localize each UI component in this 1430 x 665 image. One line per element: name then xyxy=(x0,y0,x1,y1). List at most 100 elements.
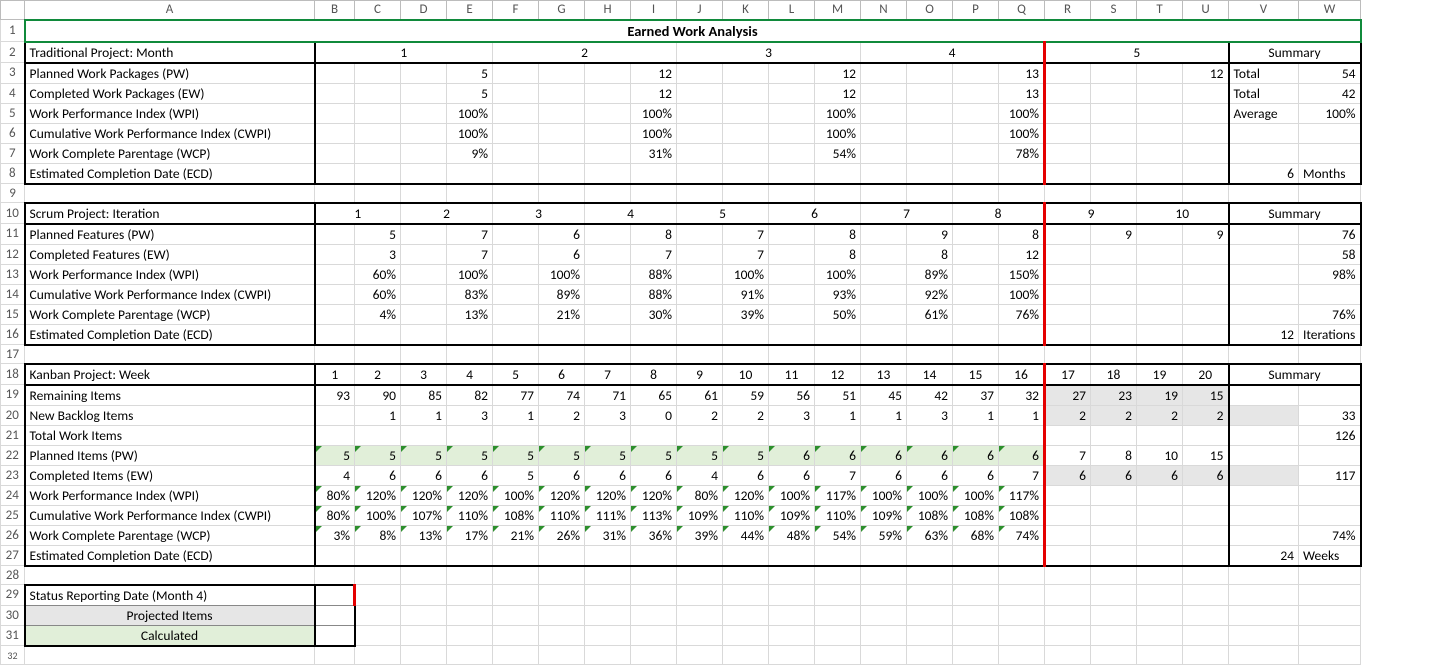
cell[interactable]: 9% xyxy=(447,143,493,163)
summary-key[interactable]: Average xyxy=(1229,103,1299,123)
label[interactable]: Completed Work Packages (EW) xyxy=(25,83,315,103)
cell[interactable]: 12 xyxy=(1183,63,1229,84)
cell-projected[interactable]: 6 xyxy=(1045,465,1091,485)
cell[interactable]: 120% xyxy=(585,485,631,505)
col-S[interactable]: S xyxy=(1091,1,1137,20)
period-4[interactable]: 4 xyxy=(861,42,1045,63)
cell[interactable]: 76% xyxy=(999,304,1045,324)
cell[interactable]: 1 xyxy=(861,405,907,425)
cell[interactable]: 120% xyxy=(447,485,493,505)
scrum-header[interactable]: Scrum Project: Iteration xyxy=(25,203,315,224)
cell[interactable]: 85 xyxy=(401,385,447,406)
row-number[interactable]: 14 xyxy=(1,284,25,304)
label[interactable]: Estimated Completion Date (ECD) xyxy=(25,324,315,345)
select-all-corner[interactable] xyxy=(1,1,25,20)
wk-6[interactable]: 6 xyxy=(539,364,585,385)
row-32[interactable]: 32 xyxy=(1,646,1361,665)
col-J[interactable]: J xyxy=(677,1,723,20)
cell[interactable]: 13 xyxy=(999,63,1045,84)
cell-calc[interactable]: 6 xyxy=(861,445,907,465)
row-number[interactable]: 31 xyxy=(1,625,25,646)
row-number[interactable]: 5 xyxy=(1,103,25,123)
cell[interactable]: 100% xyxy=(631,103,677,123)
cell[interactable]: 3% xyxy=(315,525,355,545)
cell[interactable]: 5 xyxy=(447,83,493,103)
cell-calc[interactable]: 5 xyxy=(585,445,631,465)
row-17[interactable]: 17 xyxy=(1,345,1361,364)
cell[interactable]: 113% xyxy=(631,505,677,525)
row-number[interactable]: 15 xyxy=(1,304,25,324)
summary-key[interactable]: Total xyxy=(1229,63,1299,84)
summary-val[interactable]: 76 xyxy=(1299,224,1361,245)
cell[interactable]: 83% xyxy=(447,284,493,304)
row-16[interactable]: 16 Estimated Completion Date (ECD) 12 It… xyxy=(1,324,1361,345)
cell[interactable]: 90 xyxy=(355,385,401,406)
row-number[interactable]: 26 xyxy=(1,525,25,545)
cell[interactable]: 39% xyxy=(723,304,769,324)
cell[interactable]: 100% xyxy=(723,264,769,284)
it-9[interactable]: 9 xyxy=(1045,203,1137,224)
col-V[interactable]: V xyxy=(1229,1,1299,20)
cell[interactable]: 6 xyxy=(769,465,815,485)
row-24[interactable]: 24 Work Performance Index (WPI) 80% 120%… xyxy=(1,485,1361,505)
row-13[interactable]: 13 Work Performance Index (WPI) 60% 100%… xyxy=(1,264,1361,284)
row-number[interactable]: 32 xyxy=(1,646,25,665)
ecd-num[interactable]: 24 xyxy=(1229,545,1299,566)
cell[interactable]: 100% xyxy=(631,123,677,143)
cell-projected[interactable]: 23 xyxy=(1091,385,1137,406)
row-27[interactable]: 27 Estimated Completion Date (ECD) 24 We… xyxy=(1,545,1361,566)
cell[interactable]: 3 xyxy=(907,405,953,425)
cell[interactable]: 65 xyxy=(631,385,677,406)
ecd-num[interactable]: 6 xyxy=(1229,163,1299,184)
cell[interactable]: 8 xyxy=(999,224,1045,245)
cell[interactable]: 60% xyxy=(355,284,401,304)
wk-3[interactable]: 3 xyxy=(401,364,447,385)
col-M[interactable]: M xyxy=(815,1,861,20)
cell[interactable]: 8% xyxy=(355,525,401,545)
row-number[interactable]: 20 xyxy=(1,405,25,425)
cell[interactable]: 6 xyxy=(401,465,447,485)
cell[interactable]: 6 xyxy=(585,465,631,485)
cell[interactable]: 32 xyxy=(999,385,1045,406)
cell[interactable]: 8 xyxy=(631,224,677,245)
it-5[interactable]: 5 xyxy=(677,203,769,224)
row-number[interactable]: 16 xyxy=(1,324,25,345)
legend-projected[interactable]: Projected Items xyxy=(25,605,315,625)
cell-projected[interactable]: 27 xyxy=(1045,385,1091,406)
cell-calc[interactable]: 5 xyxy=(315,445,355,465)
cell-calc[interactable]: 5 xyxy=(355,445,401,465)
col-L[interactable]: L xyxy=(769,1,815,20)
cell[interactable]: 100% xyxy=(815,103,861,123)
row-number[interactable]: 3 xyxy=(1,63,25,84)
cell[interactable]: 8 xyxy=(815,244,861,264)
cell[interactable]: 7 xyxy=(447,224,493,245)
summary-val[interactable]: 100% xyxy=(1299,103,1361,123)
cell[interactable]: 4 xyxy=(315,465,355,485)
cell[interactable]: 12 xyxy=(999,244,1045,264)
cell-calc[interactable]: 6 xyxy=(953,445,999,465)
cell[interactable]: 100% xyxy=(447,123,493,143)
row-2[interactable]: 2 Traditional Project: Month 1 2 3 4 5 S… xyxy=(1,42,1361,63)
col-P[interactable]: P xyxy=(953,1,999,20)
row-number[interactable]: 21 xyxy=(1,425,25,445)
cell[interactable]: 93% xyxy=(815,284,861,304)
row-number[interactable]: 12 xyxy=(1,244,25,264)
cell[interactable]: 117% xyxy=(999,485,1045,505)
wk-15[interactable]: 15 xyxy=(953,364,999,385)
label[interactable]: Remaining Items xyxy=(25,385,315,406)
cell-calc[interactable]: 6 xyxy=(999,445,1045,465)
cell[interactable]: 100% xyxy=(999,103,1045,123)
cell-projected[interactable]: 2 xyxy=(1137,405,1183,425)
label[interactable]: Cumulative Work Performance Index (CWPI) xyxy=(25,284,315,304)
cell[interactable]: 56 xyxy=(769,385,815,406)
col-A[interactable]: A xyxy=(25,1,315,20)
row-26[interactable]: 26 Work Complete Parentage (WCP) 3% 8% 1… xyxy=(1,525,1361,545)
it-8[interactable]: 8 xyxy=(953,203,1045,224)
summary-hdr[interactable]: Summary xyxy=(1229,364,1361,385)
cell[interactable]: 100% xyxy=(447,264,493,284)
cell[interactable]: 117% xyxy=(815,485,861,505)
cell[interactable]: 68% xyxy=(953,525,999,545)
cell[interactable]: 61 xyxy=(677,385,723,406)
cell[interactable]: 5 xyxy=(493,465,539,485)
row-8[interactable]: 8 Estimated Completion Date (ECD) 6 Mont… xyxy=(1,163,1361,184)
